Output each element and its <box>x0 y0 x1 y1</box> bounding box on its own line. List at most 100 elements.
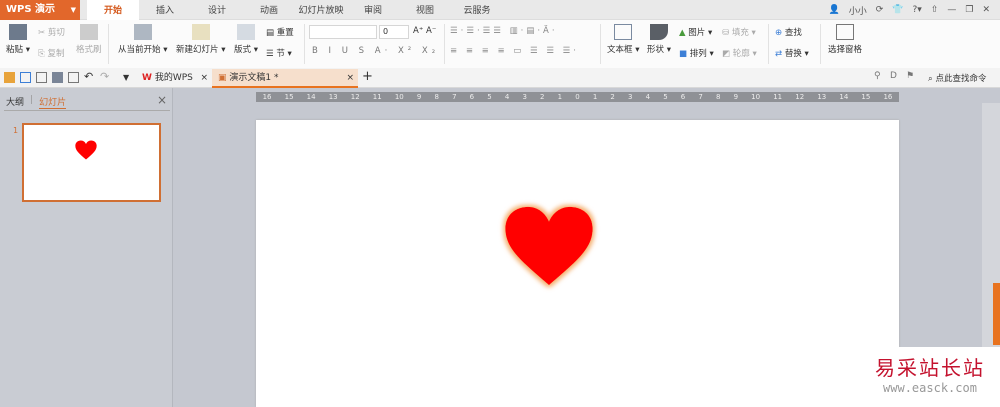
slide-canvas[interactable] <box>256 120 899 407</box>
fill-icon: ⛁ <box>722 28 730 38</box>
ruler-tick-label: 14 <box>306 93 316 101</box>
format-painter-button[interactable]: 格式刷 <box>76 24 102 55</box>
replace-button[interactable]: ⇄ 替换 ▾ <box>775 47 809 59</box>
ruler-tick-label: 5 <box>663 93 668 101</box>
section-icon: ☰ <box>266 49 274 59</box>
ruler-tick-label: 7 <box>452 93 457 101</box>
search-icon: ⊕ <box>775 28 783 38</box>
minimize-button[interactable]: — <box>947 5 956 15</box>
horizontal-ruler[interactable]: 16 15 14 13 12 11 10 9 8 7 6 5 4 3 2 1 0 1 2 3 4 5 6 7 8 9 10 11 12 1… <box>256 92 899 102</box>
ruler-tick-label: 14 <box>839 93 849 101</box>
tab-5[interactable]: 审阅 <box>347 0 399 20</box>
tab-3[interactable]: 动画 <box>243 0 295 20</box>
shape-button[interactable]: 形状 ▾ <box>647 24 671 55</box>
ruler-tick-label: 11 <box>372 93 382 101</box>
undo-icon[interactable]: ↶ <box>84 70 95 83</box>
selection-pane-button[interactable]: 选择窗格 <box>828 24 862 55</box>
ruler-tick-label: 4 <box>504 93 510 101</box>
quick-access-toolbar: ↶ ↷ ▼ W 我的WPS × ▣ 演示文稿1 * × + ⚲ D ⚑ ⌕ 点此查找… <box>0 68 1000 88</box>
ruler-tick-label: 13 <box>817 93 827 101</box>
redo-icon[interactable]: ↷ <box>100 70 111 83</box>
tab-4[interactable]: 幻灯片放映 <box>295 0 347 20</box>
new-tab-icon[interactable]: + <box>362 69 373 84</box>
paste-button[interactable]: 粘贴 ▾ <box>6 24 30 55</box>
ruler-tick-label: 6 <box>469 93 475 101</box>
font-style-buttons[interactable]: B I U S A· X² X₂ <box>312 46 439 56</box>
search-icon: ⌕ <box>928 74 933 84</box>
layout-button[interactable]: 版式 ▾ <box>234 24 258 55</box>
copy-icon: ⎘ <box>38 49 45 59</box>
cut-button[interactable]: ✂ 剪切 <box>38 26 65 38</box>
tab-outline[interactable]: 大纲 <box>6 95 24 109</box>
paragraph-buttons[interactable]: ☰·☰·☰☰ ▥·▤·Ä· <box>450 26 558 36</box>
tab-6[interactable]: 视图 <box>399 0 451 20</box>
ruler-tick-label: 13 <box>328 93 338 101</box>
arrange-button[interactable]: ■ 排列 ▾ <box>679 47 714 59</box>
align-buttons[interactable]: ≡ ≡ ≡ ≡ ▭ ☰ ☰ ☰· <box>450 46 579 56</box>
wps-logo-icon: W <box>142 73 152 83</box>
help-icon[interactable]: ?▾ <box>913 5 922 15</box>
window-controls: 👤 小小 ⟳ 👕 ?▾ ⇧ — ❐ ✕ <box>829 0 1000 20</box>
app-menu-button[interactable]: WPS 演示 ▼ <box>0 0 80 20</box>
tab-2[interactable]: 设计 <box>191 0 243 20</box>
print-icon[interactable] <box>52 72 63 83</box>
tab-document[interactable]: ▣ 演示文稿1 * × <box>212 69 358 88</box>
restore-button[interactable]: ❐ <box>965 5 973 15</box>
fill-button[interactable]: ⛁ 填充 ▾ <box>722 26 756 38</box>
export-icon[interactable] <box>36 72 47 83</box>
save-icon[interactable] <box>20 72 31 83</box>
command-search[interactable]: ⌕ 点此查找命令 <box>928 72 986 84</box>
ruler-tick-label: 12 <box>350 93 360 101</box>
reset-button[interactable]: ▤ 重置 <box>266 26 294 38</box>
reset-icon: ▤ <box>266 28 275 38</box>
ruler-tick-label: 7 <box>698 93 703 101</box>
picture-button[interactable]: ▲ 图片 ▾ <box>679 26 712 38</box>
avatar[interactable]: 👤 <box>829 5 840 15</box>
ruler-tick-label: 9 <box>416 93 422 101</box>
close-icon[interactable]: × <box>346 69 354 88</box>
open-icon[interactable] <box>4 72 15 83</box>
ruler-tick-label: 10 <box>394 93 404 101</box>
ruler-tick-label: 9 <box>733 93 739 101</box>
flag-icon[interactable]: ⚑ <box>906 71 917 82</box>
outline-button[interactable]: ◩ 轮廓 ▾ <box>722 47 757 59</box>
side-panel-toggle[interactable] <box>993 283 1000 345</box>
skin-icon[interactable]: 👕 <box>892 5 903 15</box>
share-icon[interactable]: ⇧ <box>931 5 939 15</box>
find-button[interactable]: ⊕ 查找 <box>775 26 802 38</box>
ruler-tick-label: 16 <box>883 93 893 101</box>
font-size-select[interactable]: 0 <box>379 25 409 39</box>
tab-0[interactable]: 开始 <box>87 0 139 20</box>
tab-1[interactable]: 插入 <box>139 0 191 20</box>
brush-icon <box>79 24 98 40</box>
preview-icon[interactable] <box>68 72 79 83</box>
slide-thumbnail[interactable] <box>22 123 161 202</box>
copy-button[interactable]: ⎘ 复制 <box>38 47 65 59</box>
ruler-tick-label: 15 <box>861 93 871 101</box>
section-button[interactable]: ☰ 节 ▾ <box>266 47 292 59</box>
ruler-tick-label: 0 <box>575 93 580 101</box>
textbox-button[interactable]: 文本框 ▾ <box>607 24 639 55</box>
new-slide-button[interactable]: 新建幻灯片 ▾ <box>176 24 225 55</box>
close-icon[interactable]: × <box>200 69 208 88</box>
ruler-tick-label: 15 <box>284 93 294 101</box>
font-name-select[interactable] <box>309 25 377 39</box>
chevron-down-icon[interactable]: ▼ <box>123 73 134 84</box>
pin-icon[interactable]: ⚲ <box>874 71 885 82</box>
tab-slides[interactable]: 幻灯片 <box>39 95 67 109</box>
tab-my-wps[interactable]: W 我的WPS × <box>136 69 210 88</box>
from-current-button[interactable]: 从当前开始 ▾ <box>118 24 167 55</box>
ruler-tick-label: 11 <box>773 93 783 101</box>
font-grow-shrink[interactable]: A⁺ A⁻ <box>413 26 436 36</box>
ribbon: 粘贴 ▾ ✂ 剪切 ⎘ 复制 格式刷 从当前开始 ▾ 新建幻灯片 ▾ 版式 ▾ … <box>0 20 1000 68</box>
heart-shape[interactable] <box>489 196 609 296</box>
ruler-tick-label: 2 <box>540 93 545 101</box>
close-panel-icon[interactable]: × <box>157 93 167 107</box>
user-name[interactable]: 小小 <box>849 4 867 17</box>
ruler-tick-label: 5 <box>487 93 492 101</box>
d-icon[interactable]: D <box>890 71 901 82</box>
sync-icon[interactable]: ⟳ <box>876 5 884 15</box>
tab-7[interactable]: 云服务 <box>451 0 503 20</box>
ruler-tick-label: 12 <box>795 93 805 101</box>
close-button[interactable]: ✕ <box>982 5 990 15</box>
